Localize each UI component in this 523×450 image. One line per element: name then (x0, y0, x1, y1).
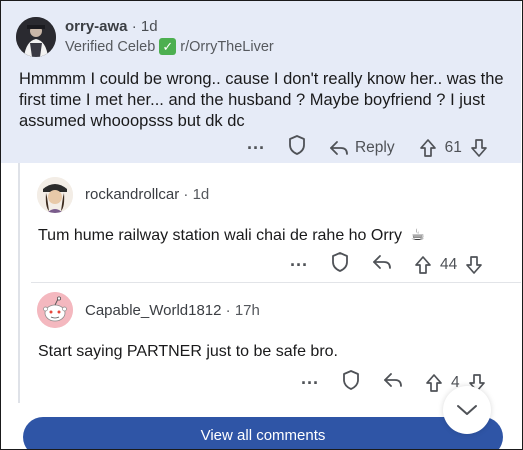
downvote-arrow-icon[interactable] (470, 138, 488, 158)
timestamp: 17h (234, 302, 260, 319)
shield-award-icon[interactable] (330, 251, 350, 278)
comment-actions: ··· 44 (290, 251, 483, 278)
vote-controls: 61 (419, 138, 488, 158)
meta-separator: · (131, 18, 141, 35)
comment-body: Hmmmm I could be wrong.. cause I don't r… (19, 70, 504, 130)
upvote-arrow-icon[interactable] (425, 373, 443, 393)
divider (31, 282, 521, 283)
user-flair: Verified Celeb ✓ r/OrryTheLiver (65, 38, 274, 55)
shield-award-icon[interactable] (287, 134, 307, 161)
username[interactable]: rockandrollcar (85, 186, 179, 203)
vote-controls: 44 (414, 255, 483, 275)
avatar[interactable] (37, 292, 73, 328)
parent-comment: orry-awa · 1d Verified Celeb ✓ r/OrryThe… (1, 1, 521, 163)
username[interactable]: orry-awa (65, 18, 128, 35)
timestamp: 1d (192, 186, 210, 203)
more-dots-icon[interactable]: ··· (290, 256, 308, 274)
tea-cup-emoji-icon: ☕ (410, 227, 425, 244)
comment-body: Start saying PARTNER just to be safe bro… (38, 343, 338, 360)
timestamp: 1d (140, 18, 158, 35)
flair-text: Verified Celeb (65, 38, 156, 55)
comment-thread: orry-awa · 1d Verified Celeb ✓ r/OrryThe… (0, 0, 523, 450)
comment-text: Tum hume railway station wali chai de ra… (38, 227, 402, 244)
shield-award-icon[interactable] (341, 369, 361, 396)
comment-meta: Capable_World1812 · 17h (85, 302, 260, 319)
meta-separator: · (183, 186, 193, 203)
view-all-comments-button[interactable]: View all comments (23, 417, 503, 449)
user-avatar-image (37, 177, 73, 213)
expand-button[interactable] (443, 386, 491, 434)
comment-meta: rockandrollcar · 1d (85, 186, 209, 203)
reply-button[interactable]: Reply (329, 139, 395, 157)
comment-meta: orry-awa · 1d (65, 18, 158, 35)
score: 61 (444, 138, 462, 156)
downvote-arrow-icon[interactable] (465, 255, 483, 275)
more-dots-icon[interactable]: ··· (247, 139, 265, 157)
user-avatar-image (16, 17, 56, 57)
reddit-snoo-avatar-icon (37, 292, 73, 328)
score: 44 (439, 255, 458, 273)
username[interactable]: Capable_World1812 (85, 302, 222, 319)
upvote-arrow-icon[interactable] (419, 138, 437, 158)
more-dots-icon[interactable]: ··· (301, 374, 319, 392)
upvote-arrow-icon[interactable] (414, 255, 432, 275)
reply-arrow-icon[interactable] (383, 371, 403, 394)
chevron-down-icon (457, 405, 477, 415)
reply-arrow-icon[interactable] (372, 253, 392, 276)
checkmark-icon: ✓ (159, 38, 177, 55)
meta-separator: · (225, 302, 235, 319)
thread-line[interactable] (18, 163, 20, 403)
flair-subreddit: r/OrryTheLiver (180, 38, 274, 55)
avatar[interactable] (16, 17, 56, 57)
comment-body: Tum hume railway station wali chai de ra… (38, 225, 425, 245)
avatar[interactable] (37, 177, 73, 213)
reply-arrow-icon (330, 140, 348, 155)
reply-label: Reply (354, 138, 395, 156)
comment-actions: ··· Reply 61 (247, 134, 488, 161)
